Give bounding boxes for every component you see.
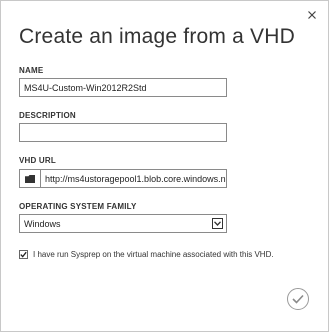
checkmark-icon	[292, 294, 304, 304]
ok-button[interactable]	[287, 288, 309, 310]
name-value: MS4U-Custom-Win2012R2Std	[24, 82, 147, 93]
checkmark-small-icon	[20, 251, 27, 258]
dropdown-arrow[interactable]	[212, 218, 223, 229]
os-family-label: OPERATING SYSTEM FAMILY	[19, 202, 137, 211]
close-icon	[308, 11, 316, 19]
browse-button[interactable]	[20, 170, 41, 187]
vhd-url-field[interactable]: http://ms4ustoragepool1.blob.core.window…	[19, 169, 227, 188]
sysprep-label: I have run Sysprep on the virtual machin…	[33, 250, 274, 259]
vhd-url-label: VHD URL	[19, 156, 56, 165]
description-field[interactable]	[19, 123, 227, 142]
dialog-title: Create an image from a VHD	[19, 25, 295, 48]
sysprep-row: I have run Sysprep on the virtual machin…	[19, 250, 274, 259]
os-family-select[interactable]: Windows	[19, 214, 227, 233]
chevron-down-icon	[214, 221, 221, 226]
folder-icon	[25, 174, 35, 183]
name-field[interactable]: MS4U-Custom-Win2012R2Std	[19, 78, 227, 97]
vhd-url-value: http://ms4ustoragepool1.blob.core.window…	[45, 173, 226, 184]
close-button[interactable]	[304, 7, 320, 23]
name-label: NAME	[19, 66, 44, 75]
create-image-dialog: Create an image from a VHD NAME MS4U-Cus…	[0, 0, 329, 332]
description-label: DESCRIPTION	[19, 111, 76, 120]
sysprep-checkbox[interactable]	[19, 250, 28, 259]
os-family-value: Windows	[24, 218, 61, 229]
